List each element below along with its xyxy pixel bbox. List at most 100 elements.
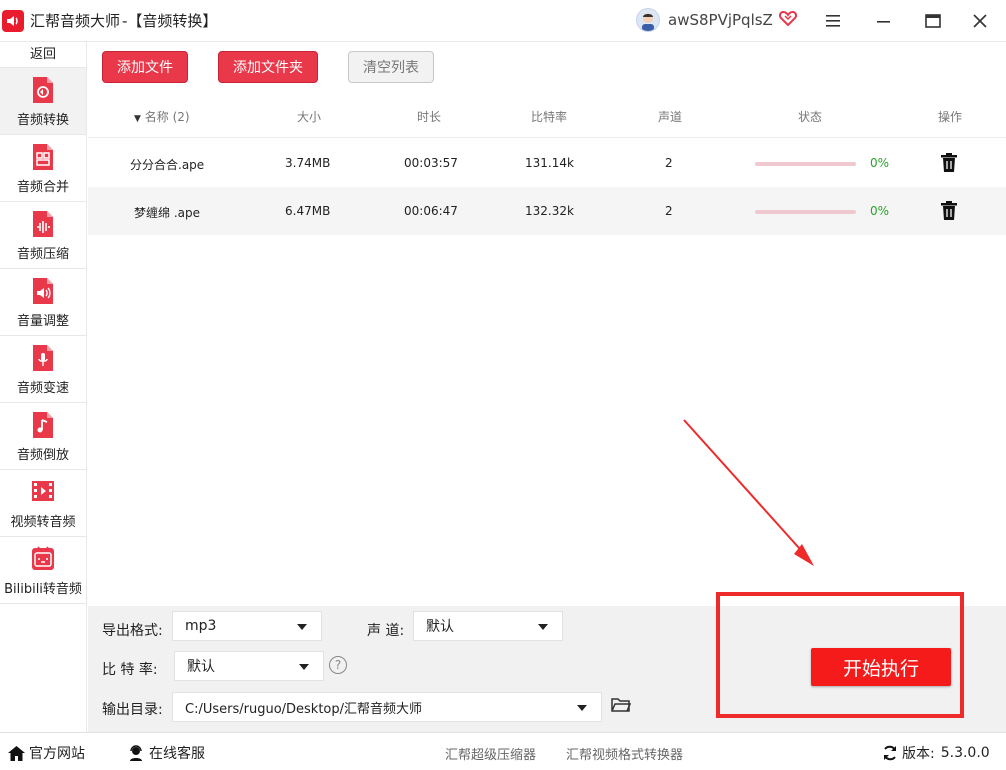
sidebar-item-label: 音频压缩 xyxy=(16,246,69,262)
table-row[interactable]: 分分合合.ape 3.74MB 00:03:57 131.14k 2 0% xyxy=(88,139,1006,187)
back-button[interactable]: 返回 xyxy=(0,42,86,68)
bitrate-header: 比特率 xyxy=(531,110,568,124)
start-button[interactable]: 开始执行 xyxy=(811,648,951,686)
section-title: -【音频转换】 xyxy=(122,12,218,30)
trash-icon[interactable] xyxy=(940,153,958,173)
clear-list-button[interactable]: 清空列表 xyxy=(348,51,434,83)
size-header: 大小 xyxy=(297,110,322,124)
home-icon xyxy=(8,745,25,761)
add-file-button[interactable]: 添加文件 xyxy=(102,51,188,83)
sidebar-item-audio-speed[interactable]: 音频变速 xyxy=(0,336,86,403)
action-header: 操作 xyxy=(938,110,963,124)
file-channels: 2 xyxy=(665,204,673,218)
name-header: 名称 (2) xyxy=(144,110,190,124)
table-row[interactable]: 梦缠绵 .ape 6.47MB 00:06:47 132.32k 2 0% xyxy=(88,187,1006,235)
output-label: 输出目录: xyxy=(102,702,163,718)
file-name: 分分合合.ape xyxy=(130,158,205,172)
close-icon[interactable] xyxy=(968,9,992,33)
sidebar-item-volume-adjust[interactable]: 音量调整 xyxy=(0,269,86,336)
folder-icon[interactable] xyxy=(611,697,631,713)
title-bar: 汇帮音频大师 -【音频转换】 awS8PVjPqlsZ xyxy=(0,0,1006,42)
add-folder-button[interactable]: 添加文件夹 xyxy=(218,51,318,83)
sidebar-item-video-to-audio[interactable]: 视频转音频 xyxy=(0,470,86,537)
status-header: 状态 xyxy=(798,110,823,124)
user-area[interactable]: awS8PVjPqlsZ xyxy=(636,8,797,32)
sidebar-item-label: 音量调整 xyxy=(16,313,69,329)
sidebar: 返回 音频转换 音频合并 音频压缩 音量调整 音频变速 音频倒放 视频转音频 B… xyxy=(0,42,87,732)
sidebar-item-label: Bilibili转音频 xyxy=(4,581,82,597)
file-name: 梦缠绵 .ape xyxy=(134,206,200,220)
channel-label: 声 道: xyxy=(367,623,405,639)
compressor-link[interactable]: 汇帮超级压缩器 xyxy=(445,744,536,763)
chevron-down-icon xyxy=(577,705,587,711)
file-bitrate: 132.32k xyxy=(525,204,574,218)
format-value: mp3 xyxy=(185,618,217,634)
output-dir-select[interactable]: C:/Users/ruguo/Desktop/汇帮音频大师 xyxy=(172,692,602,722)
audio-speed-icon xyxy=(33,344,53,371)
trash-icon[interactable] xyxy=(940,201,958,221)
progress-text: 0% xyxy=(870,156,890,170)
vip-heart-icon[interactable] xyxy=(778,10,797,30)
chevron-down-icon xyxy=(299,664,309,670)
output-dir-value: C:/Users/ruguo/Desktop/汇帮音频大师 xyxy=(185,701,423,717)
sidebar-item-audio-reverse[interactable]: 音频倒放 xyxy=(0,403,86,470)
format-select[interactable]: mp3 xyxy=(172,611,322,641)
annotation-arrow xyxy=(683,419,814,566)
sidebar-item-audio-convert[interactable]: 音频转换 xyxy=(0,68,86,135)
video-to-audio-icon xyxy=(32,480,54,501)
audio-convert-icon xyxy=(33,76,53,103)
sort-down-icon: ▼ xyxy=(134,114,141,124)
audio-reverse-icon xyxy=(33,411,53,438)
progress-bar xyxy=(755,210,856,214)
username: awS8PVjPqlsZ xyxy=(668,11,773,29)
avatar[interactable] xyxy=(636,8,660,32)
chevron-down-icon xyxy=(538,624,548,630)
volume-adjust-icon xyxy=(33,277,53,304)
channel-select[interactable]: 默认 xyxy=(413,611,563,641)
duration-header: 时长 xyxy=(417,110,442,124)
online-support-link[interactable]: 在线客服 xyxy=(128,743,205,763)
sidebar-item-audio-compress[interactable]: 音频压缩 xyxy=(0,202,86,269)
table-header: ▼ 名称 (2) 大小 时长 比特率 声道 状态 操作 xyxy=(88,92,1006,138)
channels-header: 声道 xyxy=(658,110,683,124)
channel-value: 默认 xyxy=(426,619,454,635)
main-area: 添加文件 添加文件夹 清空列表 ▼ 名称 (2) 大小 时长 比特率 声道 状态… xyxy=(88,42,1006,606)
sort-name-header[interactable]: ▼ 名称 (2) xyxy=(134,108,190,125)
version-number: 5.3.0.0 xyxy=(940,745,990,761)
help-icon[interactable]: ? xyxy=(329,656,347,674)
official-website-link[interactable]: 官方网站 xyxy=(8,743,85,763)
sidebar-item-bilibili[interactable]: Bilibili转音频 xyxy=(0,537,86,604)
footer: 官方网站 在线客服 汇帮超级压缩器 汇帮视频格式转换器 版本: 5.3.0.0 xyxy=(0,732,1006,770)
file-size: 6.47MB xyxy=(285,204,331,218)
support-icon xyxy=(130,745,142,761)
file-size: 3.74MB xyxy=(285,156,331,170)
progress-text: 0% xyxy=(870,204,890,218)
file-channels: 2 xyxy=(665,156,673,170)
refresh-icon xyxy=(884,745,896,761)
sidebar-item-label: 音频转换 xyxy=(16,112,69,128)
chevron-down-icon xyxy=(297,624,307,630)
file-duration: 00:06:47 xyxy=(404,204,458,218)
support-label: 在线客服 xyxy=(149,746,205,762)
version-info[interactable]: 版本: 5.3.0.0 xyxy=(882,743,990,763)
bitrate-select[interactable]: 默认 xyxy=(174,651,324,681)
bitrate-value: 默认 xyxy=(187,659,215,675)
file-duration: 00:03:57 xyxy=(404,156,458,170)
settings-panel: 导出格式: mp3 声 道: 默认 比 特 率: 默认 ? 输出目录: C:/U… xyxy=(88,592,1006,732)
bitrate-label: 比 特 率: xyxy=(102,662,158,678)
toolbar: 添加文件 添加文件夹 清空列表 xyxy=(88,42,1006,90)
sidebar-item-label: 音频变速 xyxy=(16,380,69,396)
audio-compress-icon xyxy=(33,210,53,237)
maximize-icon[interactable] xyxy=(921,9,945,33)
minimize-icon[interactable] xyxy=(872,9,896,33)
progress-bar xyxy=(755,162,856,166)
bilibili-icon xyxy=(32,545,54,570)
version-label: 版本: xyxy=(902,746,935,762)
sidebar-item-label: 音频倒放 xyxy=(16,447,69,463)
format-label: 导出格式: xyxy=(102,623,163,639)
sidebar-item-label: 音频合并 xyxy=(16,179,69,195)
app-title: 汇帮音频大师 xyxy=(30,12,121,30)
menu-icon[interactable] xyxy=(821,9,845,33)
sidebar-item-audio-merge[interactable]: 音频合并 xyxy=(0,135,86,202)
video-converter-link[interactable]: 汇帮视频格式转换器 xyxy=(566,744,683,763)
